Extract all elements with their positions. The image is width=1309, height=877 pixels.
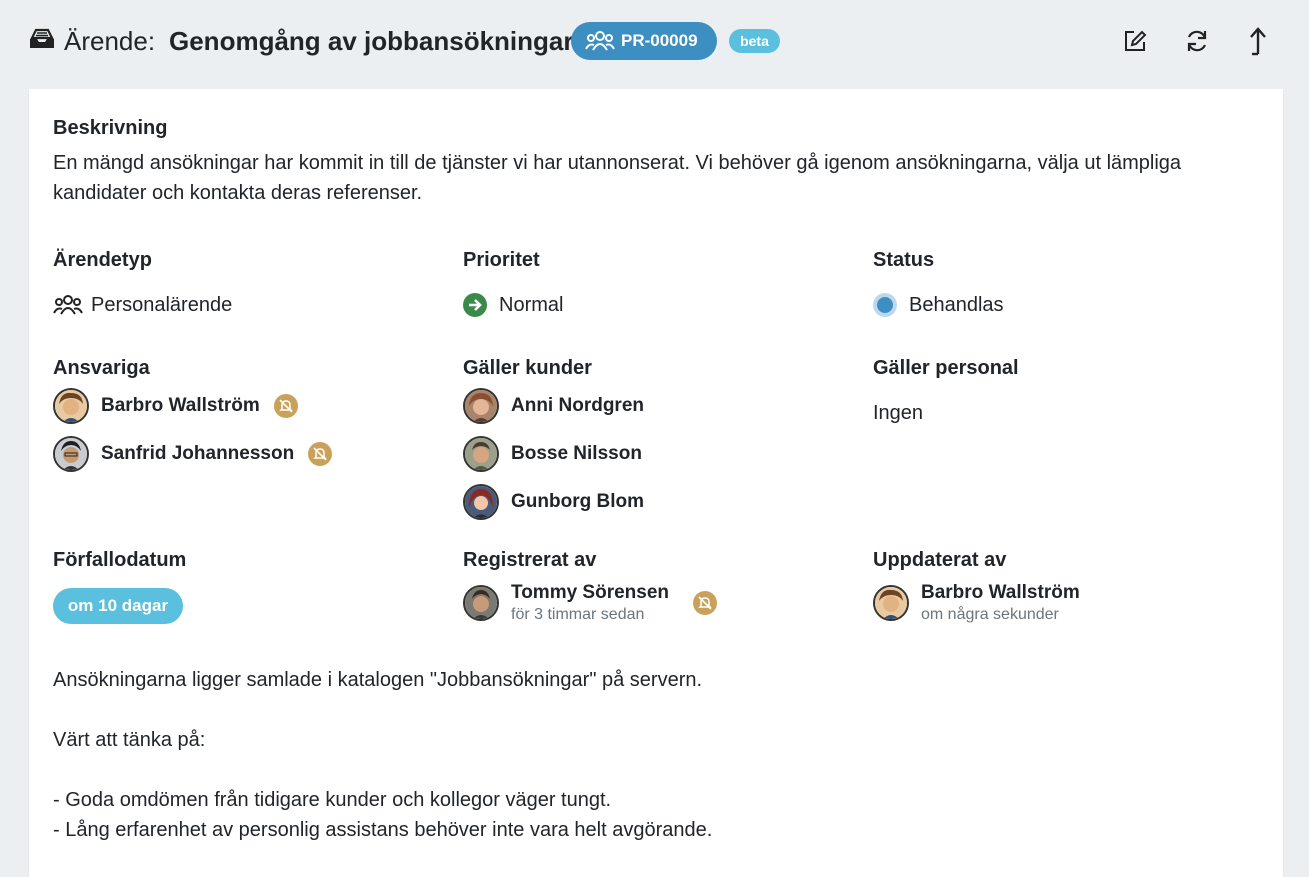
customer-person[interactable]: Gunborg Blom	[463, 484, 644, 520]
avatar	[463, 484, 499, 520]
avatar	[463, 436, 499, 472]
inbox-icon	[30, 28, 54, 48]
notes-line-4: - Lång erfarenhet av personlig assistans…	[53, 819, 713, 841]
registered-by[interactable]: Tommy Sörensen för 3 timmar sedan	[463, 581, 718, 625]
avatar	[873, 585, 909, 621]
person-name: Barbro Wallström	[101, 395, 260, 416]
avatar	[463, 388, 499, 424]
refresh-button[interactable]	[1182, 26, 1212, 56]
due-badge: om 10 dagar	[53, 588, 183, 624]
case-card: Beskrivning En mängd ansökningar har kom…	[29, 89, 1283, 877]
avatar	[53, 436, 89, 472]
case-id-badge: PR-00009	[571, 22, 717, 60]
registered-time: för 3 timmar sedan	[511, 606, 645, 623]
due-label: Förfallodatum	[53, 549, 187, 571]
case-type: Personalärende	[53, 290, 232, 320]
person-name: Gunborg Blom	[511, 491, 644, 512]
person-name: Bosse Nilsson	[511, 443, 642, 464]
responsible-person[interactable]: Barbro Wallström	[53, 388, 298, 424]
updated-by[interactable]: Barbro Wallström om några sekunder	[873, 581, 1080, 625]
staff-value: Ingen	[873, 402, 924, 424]
person-name: Sanfrid Johannesson	[101, 443, 295, 464]
share-button[interactable]	[1242, 26, 1272, 56]
status-dot-icon	[873, 293, 897, 317]
responsible-person[interactable]: Sanfrid Johannesson	[53, 436, 333, 472]
share-icon	[1250, 27, 1266, 56]
updated-info: Barbro Wallström om några sekunder	[921, 581, 1080, 625]
status-label: Status	[873, 249, 935, 271]
arrow-right-circle-icon	[463, 293, 487, 317]
person-name: Barbro Wallström	[921, 582, 1080, 603]
person-name: Tommy Sörensen	[511, 582, 670, 603]
case-id: PR-00009	[621, 31, 698, 50]
priority: Normal	[463, 290, 563, 320]
edit-button[interactable]	[1120, 26, 1150, 56]
group-icon	[585, 31, 615, 51]
priority-label: Prioritet	[463, 249, 540, 271]
avatar	[463, 585, 499, 621]
muted-bell-icon	[273, 394, 298, 418]
description-line-2: kandidater och kontakta deras referenser…	[53, 182, 423, 204]
edit-icon	[1125, 30, 1147, 51]
status-value: Behandlas	[909, 294, 1004, 316]
responsible-label: Ansvariga	[53, 357, 150, 379]
staff-label: Gäller personal	[873, 357, 1019, 379]
description-line-1: En mängd ansökningar har kommit in till …	[53, 152, 1182, 174]
refresh-icon	[1187, 30, 1207, 52]
page-title: Genomgång av jobbansökningar	[169, 26, 574, 56]
group-icon	[53, 295, 83, 315]
page-header: Ärende: Genomgång av jobbansökningar PR-…	[0, 0, 1309, 84]
notes-line-2: Värt att tänka på:	[53, 729, 206, 751]
customer-person[interactable]: Anni Nordgren	[463, 388, 644, 424]
status: Behandlas	[873, 290, 1004, 320]
customers-label: Gäller kunder	[463, 357, 592, 379]
customer-person[interactable]: Bosse Nilsson	[463, 436, 642, 472]
muted-bell-icon	[693, 591, 718, 615]
beta-badge: beta	[729, 29, 780, 53]
case-type-value: Personalärende	[91, 294, 233, 316]
registered-label: Registrerat av	[463, 549, 597, 571]
notes-line-1: Ansökningarna ligger samlade i katalogen…	[53, 669, 703, 691]
person-name: Anni Nordgren	[511, 395, 644, 416]
notes-line-3: - Goda omdömen från tidigare kunder och …	[53, 789, 612, 811]
registered-info: Tommy Sörensen för 3 timmar sedan	[511, 581, 669, 625]
muted-bell-icon	[308, 442, 333, 466]
priority-value: Normal	[499, 294, 564, 316]
description-label: Beskrivning	[53, 117, 168, 139]
updated-time: om några sekunder	[921, 606, 1059, 623]
updated-label: Uppdaterat av	[873, 549, 1007, 571]
title-prefix: Ärende:	[64, 26, 156, 56]
avatar	[53, 388, 89, 424]
case-type-label: Ärendetyp	[53, 249, 152, 271]
